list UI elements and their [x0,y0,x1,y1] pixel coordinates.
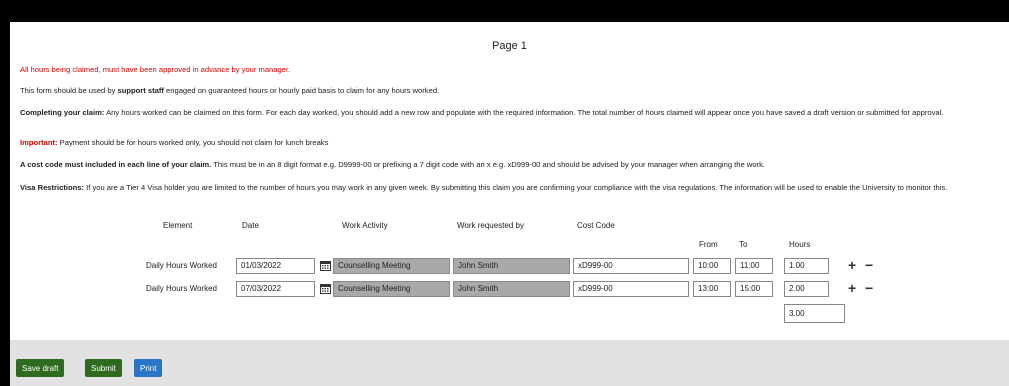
submit-button[interactable]: Submit [85,359,122,377]
header-element: Element [163,221,193,230]
approval-warning: All hours being claimed, must have been … [20,65,291,74]
row-element: Daily Hours Worked [146,261,217,270]
header-date: Date [242,221,259,230]
from-time-input[interactable]: 10:00 [693,258,731,274]
calendar-icon[interactable] [320,260,331,271]
cost-code-note: A cost code must included in each line o… [20,160,765,169]
date-input[interactable]: 01/03/2022 [236,258,315,274]
work-activity-field: Counselling Meeting [333,281,450,297]
claim-form: Page 1 All hours being claimed, must hav… [10,22,1009,386]
header-to: To [739,240,748,249]
remove-row-icon[interactable]: − [865,280,873,296]
header-from: From [699,240,718,249]
to-time-input[interactable]: 15:00 [735,281,773,297]
header-cost-code: Cost Code [577,221,615,230]
work-requested-by-field: John Smith [453,258,570,274]
completing-claim-note: Completing your claim: Any hours worked … [20,108,944,117]
action-bar: Save draft Submit Print [10,340,1009,386]
total-hours-field: 3.00 [784,304,845,323]
add-row-icon[interactable]: + [848,257,856,273]
visa-note: Visa Restrictions: If you are a Tier 4 V… [20,183,948,192]
header-work-requested-by: Work requested by [457,221,524,230]
hours-input[interactable]: 1.00 [784,258,829,274]
important-note: Important: Payment should be for hours w… [20,138,329,147]
cost-code-input[interactable]: xD999-00 [573,258,689,274]
calendar-icon[interactable] [320,283,331,294]
cost-code-input[interactable]: xD999-00 [573,281,689,297]
print-button[interactable]: Print [134,359,163,377]
to-time-input[interactable]: 11:00 [735,258,773,274]
work-requested-by-field: John Smith [453,281,570,297]
add-row-icon[interactable]: + [848,280,856,296]
from-time-input[interactable]: 13:00 [693,281,731,297]
header-work-activity: Work Activity [342,221,388,230]
page-title: Page 1 [492,40,527,52]
header-hours: Hours [789,240,811,249]
save-draft-button[interactable]: Save draft [16,359,65,377]
remove-row-icon[interactable]: − [865,257,873,273]
hours-input[interactable]: 2.00 [784,281,829,297]
row-element: Daily Hours Worked [146,284,217,293]
work-activity-field: Counselling Meeting [333,258,450,274]
date-input[interactable]: 07/03/2022 [236,281,315,297]
usage-note: This form should be used by support staf… [20,86,440,95]
